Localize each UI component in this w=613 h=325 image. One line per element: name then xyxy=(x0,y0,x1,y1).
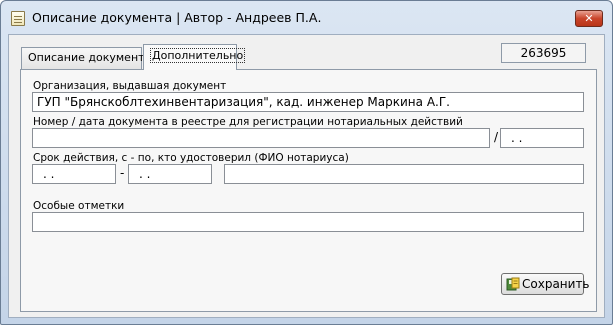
save-button[interactable]: Сохранить xyxy=(501,273,590,295)
validity-from-field[interactable]: . . xyxy=(32,164,116,184)
close-button[interactable]: ✕ xyxy=(575,10,603,27)
save-button-label: Сохранить xyxy=(522,277,590,291)
tab-additional-label: Дополнительно xyxy=(150,48,246,63)
validity-label: Срок действия, с - по, кто удостоверил (… xyxy=(33,152,349,164)
notary-field[interactable] xyxy=(224,164,584,184)
registry-label: Номер / дата документа в реестре для рег… xyxy=(33,116,463,128)
organization-label: Организация, выдавшая документ xyxy=(33,80,227,92)
tab-additional[interactable]: Дополнительно xyxy=(143,44,246,70)
registry-separator: / xyxy=(494,130,499,144)
special-notes-label: Особые отметки xyxy=(33,200,125,212)
registry-date-field[interactable]: . . xyxy=(500,128,584,148)
validity-to-field[interactable]: . . xyxy=(128,164,212,184)
tab-description[interactable]: Описание документа xyxy=(21,47,151,69)
title-bar[interactable]: Описание документа | Автор - Андреев П.А… xyxy=(1,1,612,35)
registry-number-field[interactable] xyxy=(32,128,490,148)
save-icon xyxy=(506,277,520,291)
dialog-body: Описание документа Дополнительно 263695 … xyxy=(8,34,605,318)
special-notes-field[interactable] xyxy=(32,212,584,232)
document-icon xyxy=(11,11,25,26)
record-id: 263695 xyxy=(501,43,586,63)
organization-field[interactable]: ГУП "Брянскоблтехинвентаризация", кад. и… xyxy=(32,92,584,112)
tab-description-label: Описание документа xyxy=(28,51,152,64)
validity-separator: - xyxy=(120,166,125,180)
window-title: Описание документа | Автор - Андреев П.А… xyxy=(32,10,322,25)
dialog-window: Описание документа | Автор - Андреев П.А… xyxy=(0,0,613,325)
